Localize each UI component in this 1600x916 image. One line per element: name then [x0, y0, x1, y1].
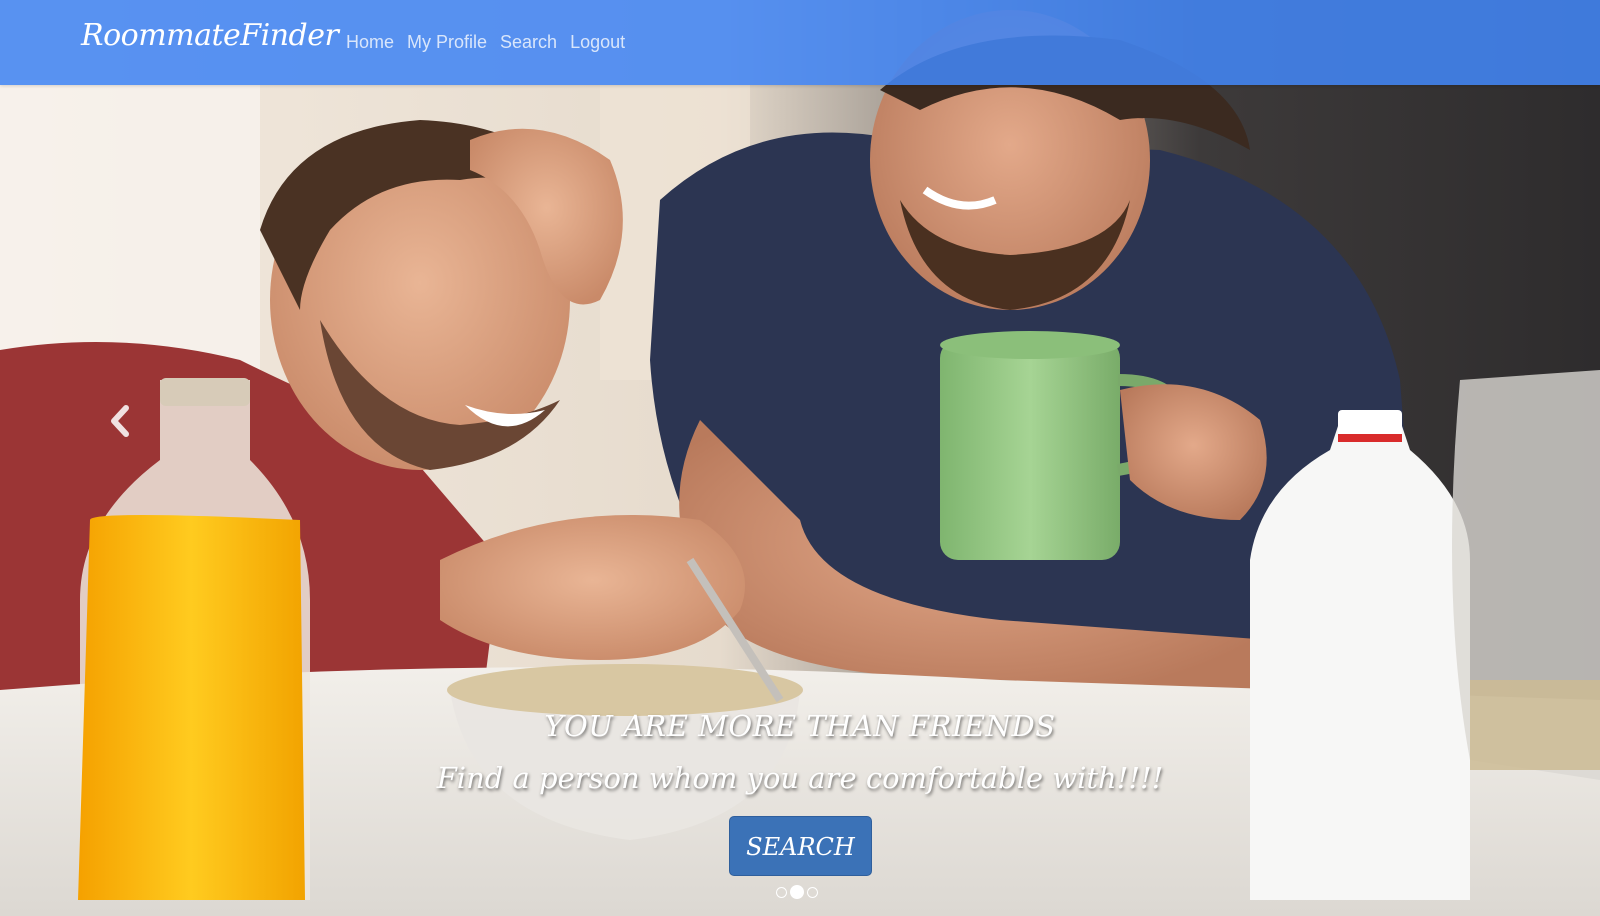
nav-link-logout[interactable]: Logout	[570, 32, 625, 53]
carousel-indicator-1[interactable]	[776, 886, 787, 898]
search-button[interactable]: SEARCH	[729, 816, 872, 876]
nav-link-search[interactable]: Search	[500, 32, 557, 53]
page: RoommateFinder Home My Profile Search Lo…	[0, 0, 1600, 916]
caption-subheadline: Find a person whom you are comfortable w…	[436, 761, 1164, 795]
chevron-left-icon	[111, 405, 129, 437]
top-navbar: RoommateFinder Home My Profile Search Lo…	[0, 0, 1600, 85]
carousel-indicators	[776, 885, 818, 899]
carousel-indicator-2[interactable]	[790, 885, 804, 899]
caption-headline: YOU ARE MORE THAN FRIENDS	[544, 709, 1056, 743]
carousel-caption: YOU ARE MORE THAN FRIENDS Find a person …	[0, 708, 1600, 798]
nav-links: Home My Profile Search Logout	[346, 32, 625, 53]
brand-logo[interactable]: RoommateFinder	[81, 18, 339, 53]
carousel-indicator-3[interactable]	[807, 886, 818, 898]
nav-link-my-profile[interactable]: My Profile	[407, 32, 487, 53]
nav-link-home[interactable]: Home	[346, 32, 394, 53]
carousel-prev-button[interactable]	[104, 400, 136, 442]
